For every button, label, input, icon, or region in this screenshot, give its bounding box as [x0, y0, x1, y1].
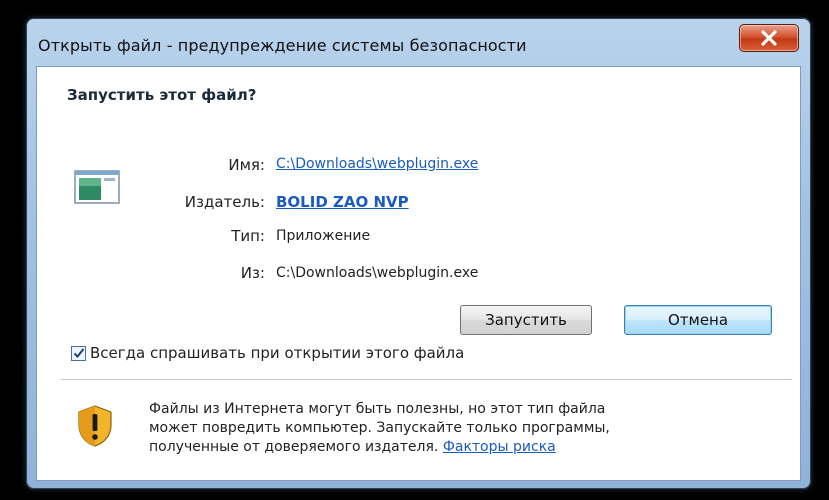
dialog-question: Запустить этот файл? — [67, 86, 257, 104]
from-value: C:\Downloads\webplugin.exe — [276, 265, 479, 281]
risk-factors-link[interactable]: Факторы риска — [443, 439, 556, 455]
warning-line-1: Файлы из Интернета могут быть полезны, н… — [149, 401, 606, 417]
cancel-button[interactable]: Отмена — [624, 305, 772, 335]
run-button[interactable]: Запустить — [460, 305, 592, 335]
publisher-link[interactable]: BOLID ZAO NVP — [276, 193, 409, 211]
title-bar[interactable]: Открыть файл - предупреждение системы бе… — [26, 18, 811, 66]
name-label: Имя: — [228, 156, 265, 174]
checkmark-icon — [73, 348, 84, 358]
warning-line-3: полученные от доверяемого издателя. Факт… — [149, 438, 779, 457]
warning-line-3-text: полученные от доверяемого издателя. — [149, 439, 443, 455]
security-warning-dialog: Открыть файл - предупреждение системы бе… — [26, 18, 811, 489]
close-icon — [761, 30, 777, 46]
window-title: Открыть файл - предупреждение системы бе… — [38, 36, 527, 55]
always-ask-label: Всегда спрашивать при открытии этого фай… — [90, 344, 465, 362]
close-button[interactable] — [739, 24, 799, 52]
file-name-link[interactable]: C:\Downloads\webplugin.exe — [276, 156, 478, 172]
warning-line-2: может повредить компьютер. Запускайте то… — [149, 420, 610, 436]
type-value: Приложение — [276, 228, 371, 244]
always-ask-row[interactable]: Всегда спрашивать при открытии этого фай… — [71, 344, 464, 362]
application-icon — [74, 170, 120, 204]
security-shield-icon — [78, 405, 112, 447]
warning-text: Файлы из Интернета могут быть полезны, н… — [149, 400, 779, 457]
from-label: Из: — [240, 264, 265, 282]
publisher-label: Издатель: — [184, 193, 265, 211]
always-ask-checkbox[interactable] — [71, 345, 86, 361]
divider — [61, 379, 792, 380]
dialog-content: Запустить этот файл? Имя: C:\Downloads\w… — [36, 66, 801, 481]
type-label: Тип: — [231, 227, 265, 245]
